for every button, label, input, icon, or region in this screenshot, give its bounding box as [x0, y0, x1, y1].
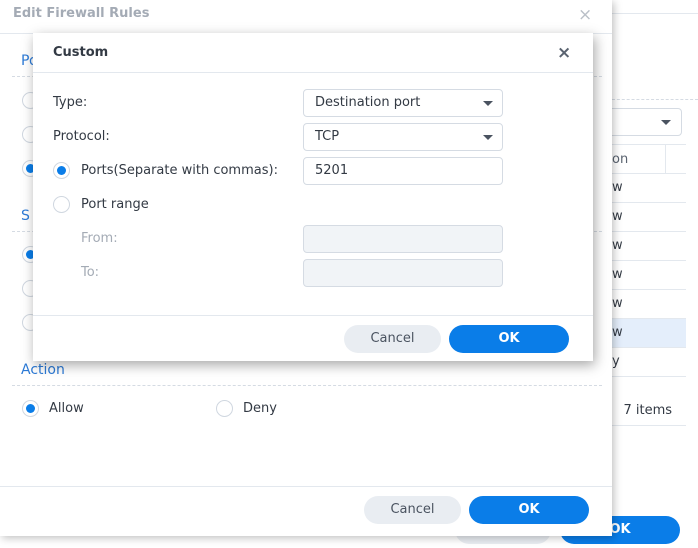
- divider: [612, 13, 698, 14]
- cell-action: w: [612, 209, 623, 224]
- cell-action: w: [612, 296, 623, 311]
- ports-label[interactable]: Ports(Separate with commas):: [81, 163, 278, 178]
- port-range-label[interactable]: Port range: [81, 197, 149, 212]
- from-label: From:: [81, 231, 118, 246]
- type-value: Destination port: [315, 95, 421, 110]
- ok-button[interactable]: OK: [449, 325, 569, 353]
- column-separator: [665, 145, 666, 173]
- to-label: To:: [81, 265, 100, 280]
- deny-radio[interactable]: [216, 400, 233, 417]
- caret-down-icon: [483, 101, 493, 106]
- protocol-label: Protocol:: [53, 129, 110, 144]
- type-select[interactable]: Destination port: [303, 89, 503, 117]
- ports-input[interactable]: 5201: [303, 157, 503, 185]
- divider: [33, 72, 593, 73]
- caret-down-icon: [483, 135, 493, 140]
- deny-label[interactable]: Deny: [243, 401, 277, 416]
- close-icon[interactable]: ×: [557, 43, 571, 63]
- divider: [0, 486, 612, 487]
- cancel-button[interactable]: Cancel: [364, 496, 461, 524]
- type-label: Type:: [53, 95, 88, 110]
- protocol-select[interactable]: TCP: [303, 123, 503, 151]
- ok-button[interactable]: OK: [469, 496, 589, 524]
- cell-action: y: [612, 354, 620, 369]
- column-header-action: on: [612, 152, 629, 167]
- close-icon[interactable]: ×: [578, 5, 592, 25]
- cancel-button[interactable]: Cancel: [344, 325, 441, 353]
- cell-action: w: [612, 238, 623, 253]
- item-count: 7 items: [623, 403, 672, 418]
- section-heading-action: Action: [21, 362, 65, 378]
- divider: [33, 315, 593, 316]
- divider: [12, 385, 602, 386]
- cell-action: w: [612, 325, 623, 340]
- to-input[interactable]: [303, 259, 503, 287]
- ports-value: 5201: [315, 163, 349, 178]
- port-range-radio[interactable]: [53, 196, 70, 213]
- allow-label[interactable]: Allow: [49, 401, 84, 416]
- custom-dialog: Custom × Type: Destination port Protocol…: [33, 33, 593, 361]
- ports-radio[interactable]: [53, 162, 70, 179]
- dialog-title: Custom: [53, 45, 109, 60]
- cell-action: w: [612, 267, 623, 282]
- from-input[interactable]: [303, 225, 503, 253]
- section-heading-source: S: [21, 208, 30, 224]
- allow-radio[interactable]: [22, 400, 39, 417]
- cell-action: w: [612, 180, 623, 195]
- protocol-value: TCP: [315, 129, 340, 144]
- divider: [612, 99, 698, 100]
- dialog-title: Edit Firewall Rules: [13, 6, 150, 21]
- caret-down-icon: [661, 120, 671, 125]
